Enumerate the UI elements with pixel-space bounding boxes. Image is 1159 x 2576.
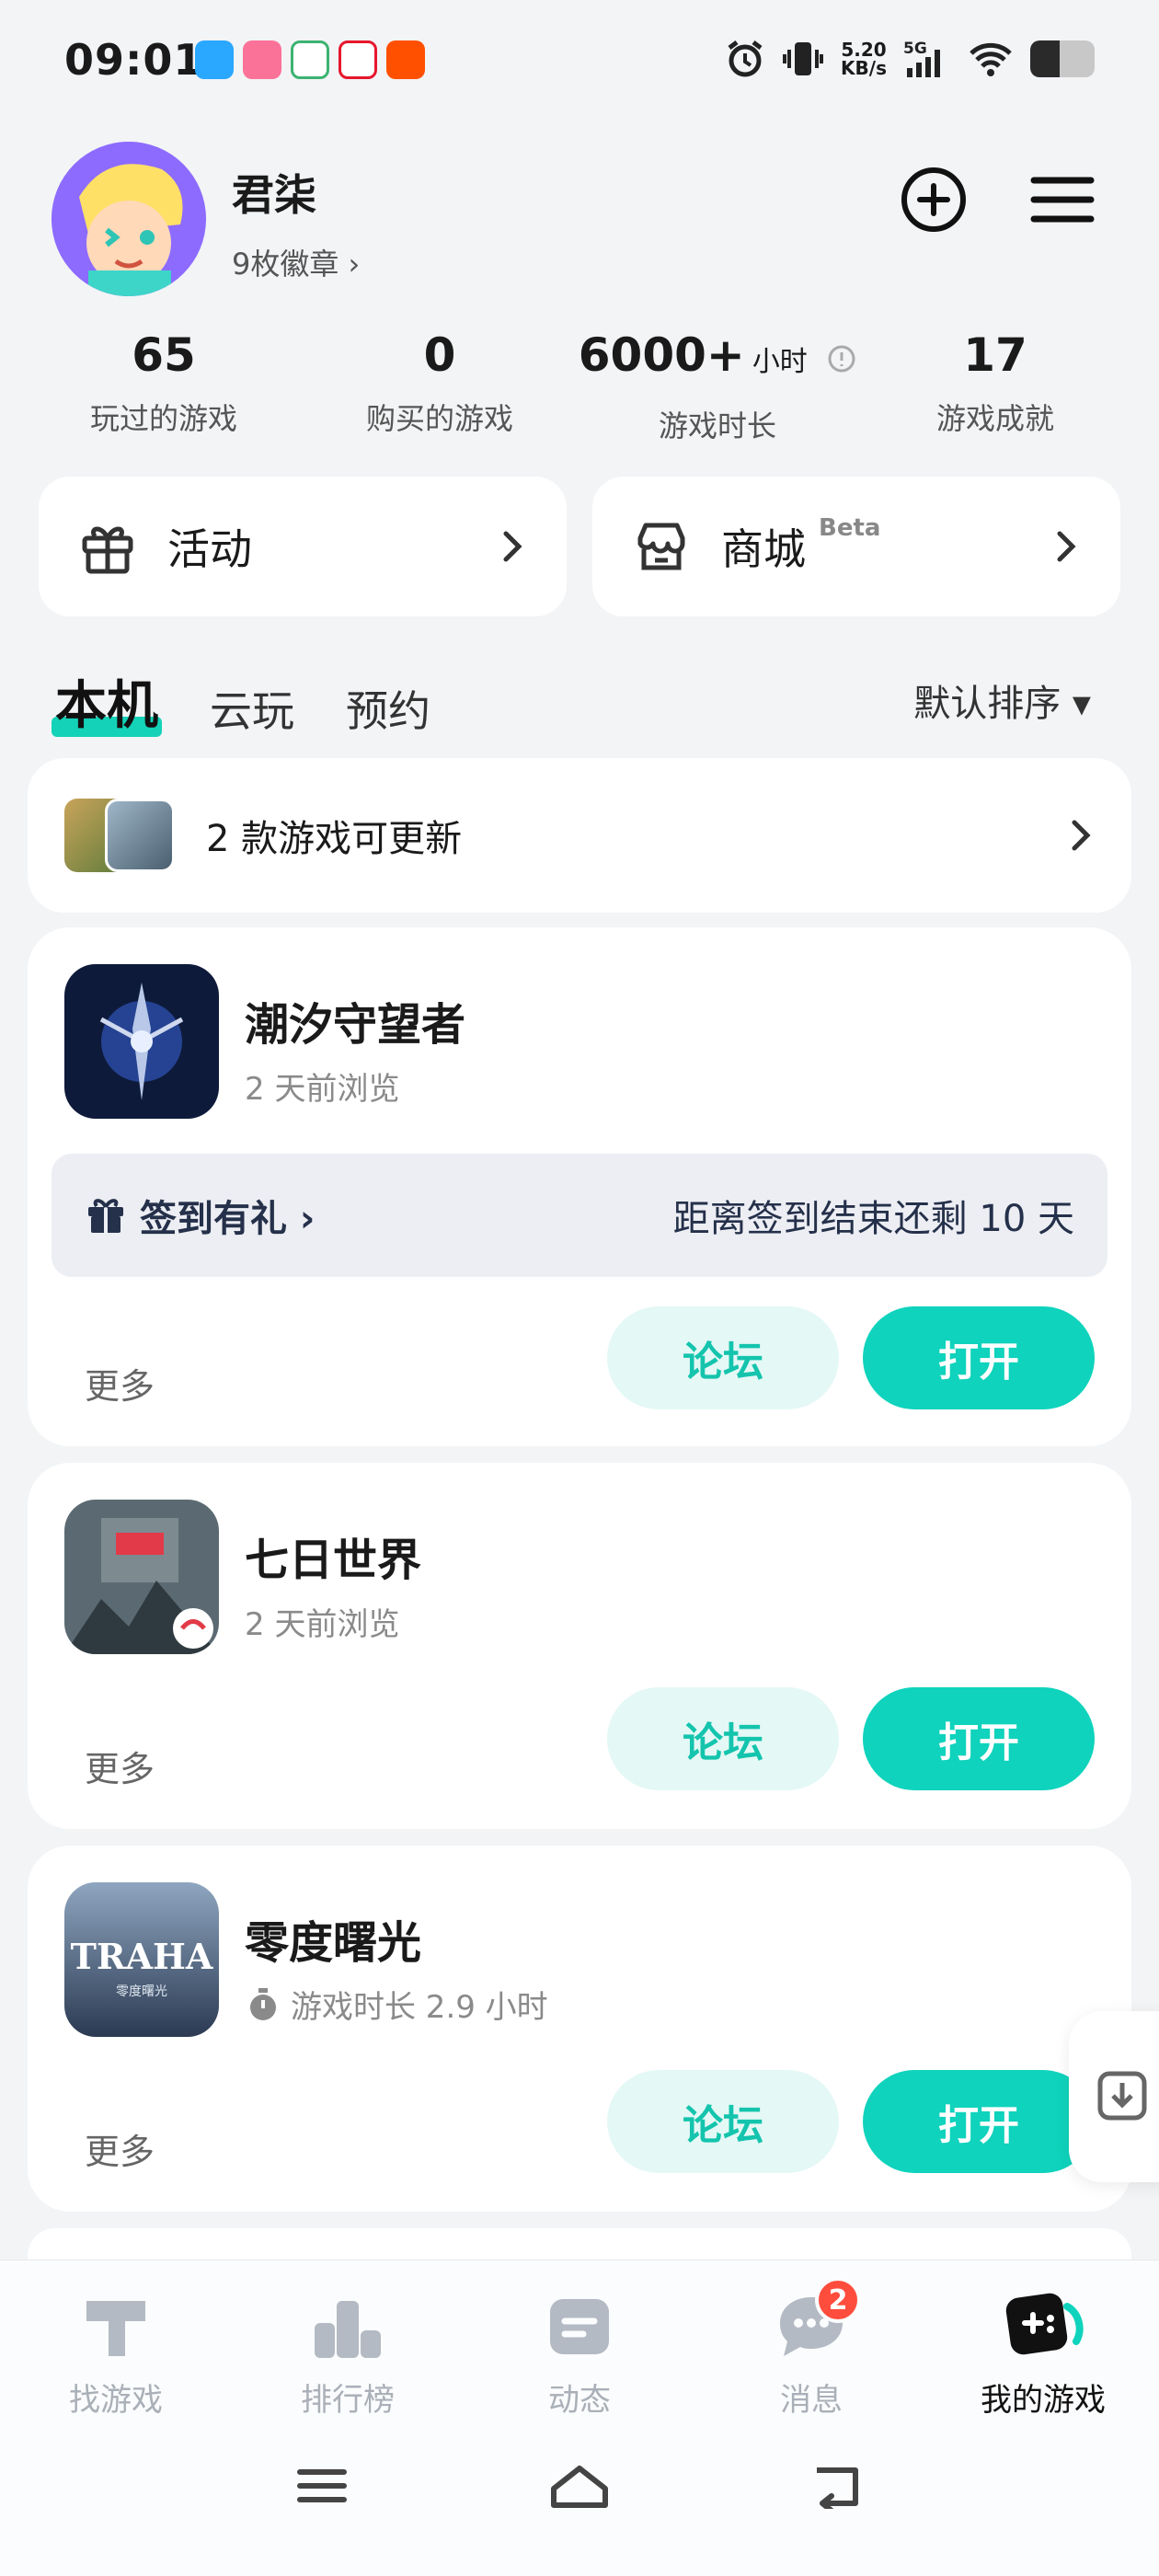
message-badge: 2 bbox=[815, 2277, 861, 2323]
status-bar: 09:01 5.20 KB/s 5G bbox=[0, 0, 1159, 129]
game-icon-sublogo: 零度曙光 bbox=[116, 1984, 167, 1999]
game-subtitle: 2 天前浏览 bbox=[245, 1606, 400, 1643]
nav-feed[interactable]: 动态 bbox=[488, 2288, 671, 2420]
game-icon[interactable] bbox=[64, 964, 219, 1119]
stat-play-time[interactable]: 6000+ 小时 游戏时长 bbox=[570, 328, 865, 445]
vibrate-icon bbox=[783, 42, 824, 75]
game-card[interactable]: 七日世界 2 天前浏览 更多 论坛 打开 bbox=[28, 1463, 1131, 1829]
forum-button[interactable]: 论坛 bbox=[607, 1306, 839, 1409]
signal-5g-icon: 5G bbox=[903, 40, 940, 77]
system-menu-icon[interactable] bbox=[294, 2463, 350, 2509]
tab-reserve[interactable]: 预约 bbox=[346, 678, 430, 739]
stat-purchased-games[interactable]: 0 购买的游戏 bbox=[335, 328, 545, 438]
hamburger-icon bbox=[1030, 177, 1095, 223]
plus-circle-icon bbox=[901, 167, 966, 232]
add-button[interactable] bbox=[898, 164, 970, 236]
notification-icons bbox=[195, 40, 425, 79]
info-icon bbox=[828, 345, 855, 372]
game-icon-logo: TRAHA bbox=[70, 1936, 213, 1977]
gift-icon bbox=[88, 1199, 123, 1233]
update-thumbnails bbox=[64, 799, 178, 872]
shop-icon bbox=[637, 523, 685, 570]
signin-remaining: 距离签到结束还剩 10 天 bbox=[672, 1198, 1074, 1240]
chevron-right-icon bbox=[1072, 820, 1091, 851]
stopwatch-icon bbox=[250, 1987, 276, 2020]
game-icon[interactable] bbox=[64, 1500, 219, 1654]
forum-button[interactable]: 论坛 bbox=[607, 1687, 839, 1790]
alarm-icon bbox=[728, 40, 763, 77]
sort-dropdown[interactable]: 默认排序 ▾ bbox=[913, 673, 1091, 727]
nav-ranking[interactable]: 排行榜 bbox=[256, 2288, 440, 2420]
avatar-image bbox=[52, 142, 206, 296]
nav-find-game[interactable]: 找游戏 bbox=[24, 2288, 208, 2420]
my-games-icon bbox=[1005, 2293, 1084, 2355]
bilibili-tv-icon bbox=[243, 40, 281, 79]
taobao-icon bbox=[386, 40, 425, 79]
game-tabs: 本机 云玩 预约 bbox=[52, 664, 430, 739]
update-thumb bbox=[105, 799, 175, 872]
status-right: 5.20 KB/s 5G bbox=[725, 39, 1095, 79]
shop-card[interactable]: 商城 Beta bbox=[592, 477, 1120, 616]
tab-local[interactable]: 本机 bbox=[52, 664, 162, 739]
tab-cloud[interactable]: 云玩 bbox=[210, 678, 294, 739]
stat-played-games[interactable]: 65 玩过的游戏 bbox=[59, 328, 269, 438]
game-subtitle: 2 天前浏览 bbox=[245, 1071, 400, 1108]
battery-icon bbox=[1030, 40, 1095, 77]
network-speed: 5.20 KB/s bbox=[841, 39, 887, 79]
shop-label: 商城 bbox=[721, 524, 806, 574]
game-name: 七日世界 bbox=[245, 1535, 422, 1586]
signin-label: 签到有礼 › bbox=[140, 1198, 316, 1240]
nav-messages[interactable]: 2 消息 bbox=[719, 2277, 903, 2420]
activity-card[interactable]: 活动 bbox=[39, 477, 567, 616]
game-card[interactable]: TRAHA 零度曙光 零度曙光 游戏时长 2.9 小时 更多 论坛 打开 bbox=[28, 1846, 1131, 2212]
bottom-nav: 找游戏 排行榜 动态 2 消息 我的游戏 bbox=[0, 2260, 1159, 2576]
svg-text:5G: 5G bbox=[903, 40, 927, 58]
activity-label: 活动 bbox=[167, 524, 252, 574]
badges-link[interactable]: 9枚徽章 › bbox=[232, 241, 360, 283]
bilibili-icon bbox=[195, 40, 234, 79]
system-back-icon[interactable] bbox=[809, 2463, 865, 2509]
status-time: 09:01 bbox=[64, 35, 204, 85]
update-bar[interactable]: 2 款游戏可更新 bbox=[28, 758, 1131, 913]
signin-banner[interactable]: 签到有礼 › 距离签到结束还剩 10 天 bbox=[52, 1154, 1107, 1277]
menu-button[interactable] bbox=[1027, 164, 1098, 236]
more-link[interactable]: 更多 bbox=[85, 1741, 155, 1791]
wifi-icon bbox=[970, 42, 1012, 76]
open-button[interactable]: 打开 bbox=[863, 2070, 1095, 2173]
username: 君柒 bbox=[232, 170, 316, 220]
shop-beta-tag: Beta bbox=[819, 514, 881, 542]
game-icon[interactable]: TRAHA 零度曙光 bbox=[64, 1882, 219, 2037]
open-button[interactable]: 打开 bbox=[863, 1687, 1095, 1790]
gift-icon bbox=[82, 526, 133, 574]
feed-icon bbox=[550, 2299, 609, 2354]
chevron-right-icon bbox=[503, 531, 522, 562]
nav-my-games[interactable]: 我的游戏 bbox=[951, 2288, 1135, 2420]
ranking-icon bbox=[315, 2301, 381, 2358]
open-button[interactable]: 打开 bbox=[863, 1306, 1095, 1409]
play-time-value: 6000+ 小时 bbox=[570, 328, 865, 390]
weibo-icon bbox=[339, 40, 377, 79]
update-text: 2 款游戏可更新 bbox=[206, 818, 463, 860]
floating-download-button[interactable] bbox=[1069, 2011, 1159, 2182]
game-name: 零度曙光 bbox=[245, 1917, 422, 1969]
stat-achievements[interactable]: 17 游戏成就 bbox=[890, 328, 1100, 438]
find-game-icon bbox=[86, 2301, 145, 2356]
chevron-right-icon bbox=[1057, 531, 1076, 562]
game-subtitle: 游戏时长 2.9 小时 bbox=[245, 1982, 548, 2027]
download-icon bbox=[1097, 2071, 1147, 2121]
game-card[interactable]: 潮汐守望者 2 天前浏览 签到有礼 › 距离签到结束还剩 10 天 更多 论坛 … bbox=[28, 927, 1131, 1446]
game-name: 潮汐守望者 bbox=[245, 999, 466, 1051]
wen-icon bbox=[291, 40, 329, 79]
system-home-icon[interactable] bbox=[548, 2463, 611, 2509]
forum-button[interactable]: 论坛 bbox=[607, 2070, 839, 2173]
more-link[interactable]: 更多 bbox=[85, 1358, 155, 1409]
avatar[interactable] bbox=[52, 142, 206, 296]
more-link[interactable]: 更多 bbox=[85, 2123, 155, 2174]
